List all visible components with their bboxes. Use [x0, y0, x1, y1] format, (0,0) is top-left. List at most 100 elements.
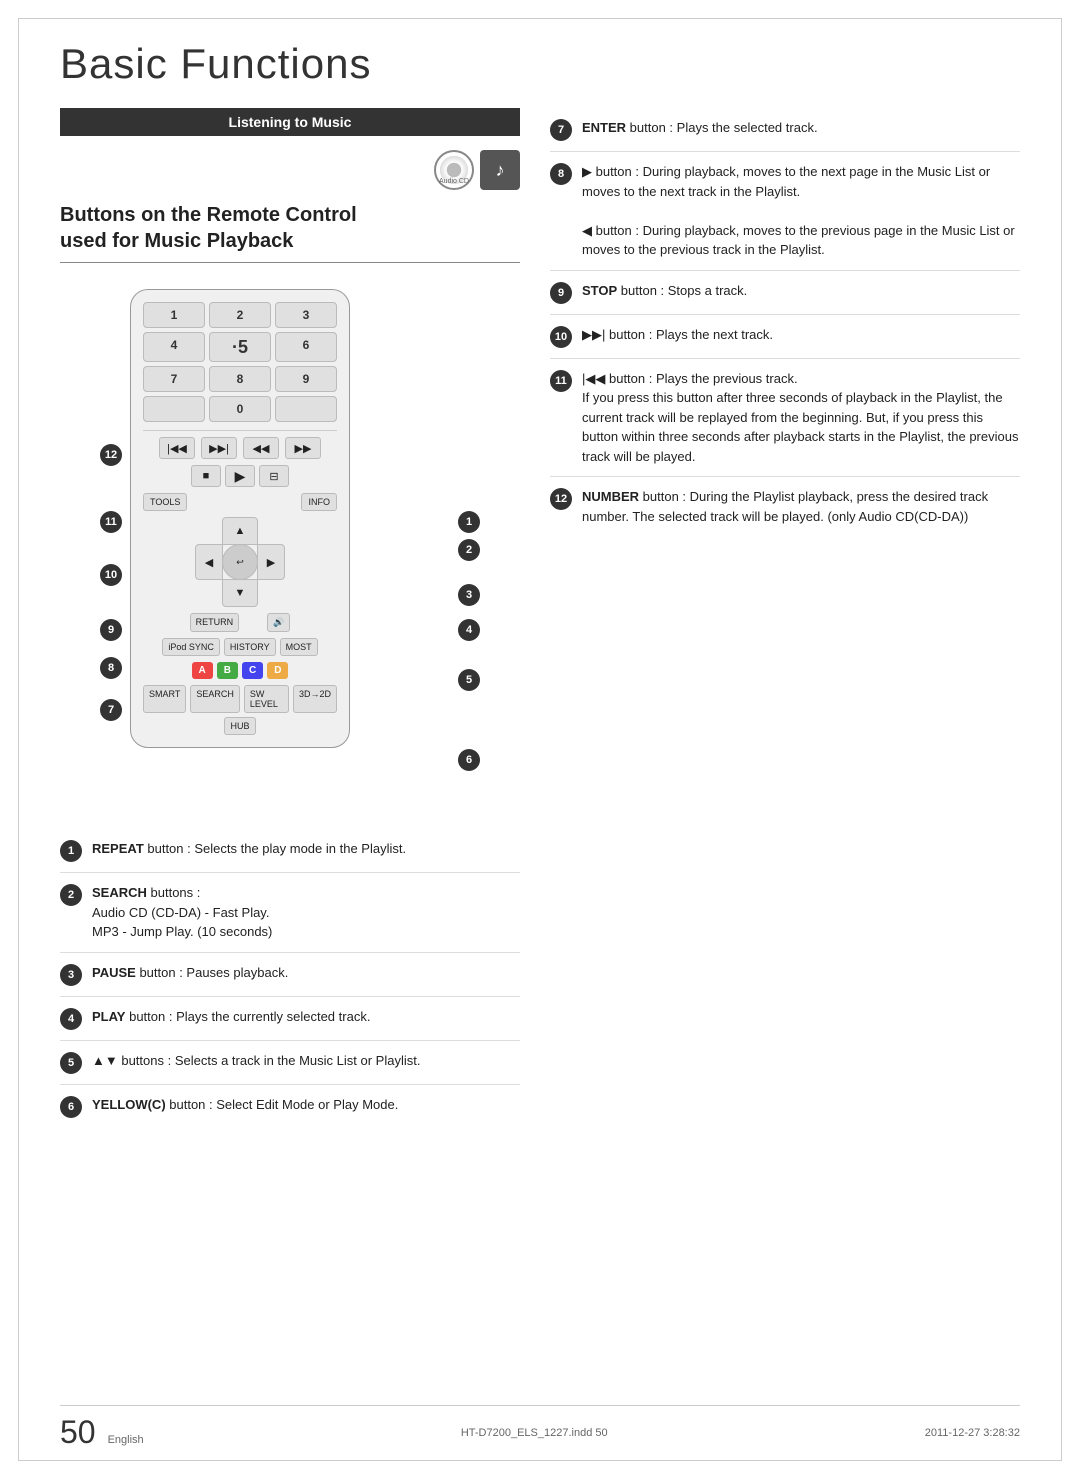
btn-search: SEARCH [190, 685, 240, 713]
footer-left: HT-D7200_ELS_1227.indd 50 [461, 1427, 608, 1439]
tools-info-row: TOOLS INFO [143, 493, 337, 511]
btn-color-d: D [267, 662, 288, 679]
number-grid: 1 2 3 4 ·5 6 7 8 9 0 [143, 302, 337, 422]
page-language: English [108, 1434, 144, 1446]
btn-empty-left [143, 396, 205, 422]
remote-body: 1 2 3 4 ·5 6 7 8 9 0 [130, 289, 550, 748]
footer-right: 2011-12-27 3:28:32 [925, 1427, 1020, 1439]
smart-row: SMART SEARCH SW LEVEL 3D→2D [143, 685, 337, 713]
btn-6: 6 [275, 332, 337, 362]
hub-row: HUB [143, 717, 337, 735]
callout-12: 12 [100, 444, 122, 466]
btn-rewind: ◀◀ [243, 437, 279, 459]
callout-7: 7 [100, 699, 122, 721]
btn-color-c: C [242, 662, 263, 679]
right-item-9-label: STOP [582, 283, 617, 298]
btn-prev-track: |◀◀ [159, 437, 195, 459]
item-6-label: YELLOW(C) [92, 1097, 166, 1112]
right-item-7-num: 7 [550, 119, 572, 141]
btn-3: 3 [275, 302, 337, 328]
btn-volume: 🔊 [267, 613, 290, 632]
right-item-12-num: 12 [550, 488, 572, 510]
item-4-num: 4 [60, 1008, 82, 1030]
dpad-up: ▲ [222, 517, 258, 545]
right-item-10-row: 10 ▶▶| button : Plays the next track. [550, 315, 1020, 359]
btn-info: INFO [301, 493, 337, 511]
right-item-12-text: NUMBER button : During the Playlist play… [582, 487, 1020, 526]
right-item-8-row: 8 ▶ button : During playback, moves to t… [550, 152, 1020, 271]
item-4-row: 4 PLAY button : Plays the currently sele… [60, 997, 520, 1041]
right-item-8-num: 8 [550, 163, 572, 185]
play-row: ■ ▶ ⊟ [143, 465, 337, 487]
nav-transport-row: |◀◀ ▶▶| ◀◀ ▶▶ [143, 437, 337, 459]
item-2-row: 2 SEARCH buttons : Audio CD (CD-DA) - Fa… [60, 873, 520, 953]
btn-4: 4 [143, 332, 205, 362]
btn-5: ·5 [209, 332, 271, 362]
btn-tools: TOOLS [143, 493, 187, 511]
page-footer: 50 English HT-D7200_ELS_1227.indd 50 201… [60, 1405, 1020, 1451]
btn-0: 0 [209, 396, 271, 422]
btn-history: HISTORY [224, 638, 276, 656]
btn-ipod-sync: iPod SYNC [162, 638, 220, 656]
audio-cd-label: Audio CD [439, 178, 469, 185]
right-item-11-num: 11 [550, 370, 572, 392]
section-subtitle: Buttons on the Remote Control used for M… [60, 202, 520, 263]
media-icons-row: Audio CD ♪ [60, 150, 520, 190]
section-header: Listening to Music [60, 108, 520, 136]
right-item-10-text: ▶▶| button : Plays the next track. [582, 325, 773, 345]
item-1-text: REPEAT button : Selects the play mode in… [92, 839, 406, 859]
item-5-num: 5 [60, 1052, 82, 1074]
mp3-wma-icon: ♪ [480, 150, 520, 190]
callout-6: 6 [458, 749, 480, 771]
btn-color-b: B [217, 662, 238, 679]
btn-sw-level: SW LEVEL [244, 685, 289, 713]
right-item-9-row: 9 STOP button : Stops a track. [550, 271, 1020, 315]
btn-9: 9 [275, 366, 337, 392]
right-item-9-text: STOP button : Stops a track. [582, 281, 747, 301]
item-1-row: 1 REPEAT button : Selects the play mode … [60, 829, 520, 873]
item-1-label: REPEAT [92, 841, 144, 856]
callout-9: 9 [100, 619, 122, 641]
item-5-text: ▲▼ buttons : Selects a track in the Musi… [92, 1051, 420, 1071]
audio-cd-icon: Audio CD [434, 150, 474, 190]
btn-1: 1 [143, 302, 205, 328]
btn-play: ▶ [225, 465, 255, 487]
item-3-num: 3 [60, 964, 82, 986]
btn-next-track: ▶▶| [201, 437, 237, 459]
item-4-text: PLAY button : Plays the currently select… [92, 1007, 370, 1027]
dpad-enter: ↩ [222, 544, 258, 580]
dpad-right: ▶ [257, 544, 285, 580]
dpad-down: ▼ [222, 579, 258, 607]
btn-color-a: A [192, 662, 213, 679]
btn-smart: SMART [143, 685, 186, 713]
callout-8: 8 [100, 657, 122, 679]
item-2-num: 2 [60, 884, 82, 906]
remote-diagram: 12 11 10 9 8 7 1 2 3 4 5 6 1 [80, 279, 500, 809]
item-5-row: 5 ▲▼ buttons : Selects a track in the Mu… [60, 1041, 520, 1085]
left-column: Listening to Music Audio CD ♪ Buttons on… [60, 108, 520, 1128]
item-5-label: ▲▼ [92, 1053, 118, 1068]
right-item-11-text: |◀◀ button : Plays the previous track. I… [582, 369, 1020, 467]
right-item-7-label: ENTER [582, 120, 626, 135]
return-row: RETURN 🔊 [143, 613, 337, 632]
btn-return: RETURN [190, 613, 240, 632]
btn-hub: HUB [224, 717, 255, 735]
btn-8: 8 [209, 366, 271, 392]
item-6-text: YELLOW(C) button : Select Edit Mode or P… [92, 1095, 398, 1115]
item-1-desc: button : Selects the play mode in the Pl… [144, 841, 406, 856]
item-4-label: PLAY [92, 1009, 125, 1024]
item-2-label: SEARCH [92, 885, 147, 900]
btn-3d-2d: 3D→2D [293, 685, 337, 713]
right-item-7-text: ENTER button : Plays the selected track. [582, 118, 818, 138]
right-column: 7 ENTER button : Plays the selected trac… [550, 108, 1020, 1128]
item-1-num: 1 [60, 840, 82, 862]
dpad-left: ◀ [195, 544, 223, 580]
item-3-text: PAUSE button : Pauses playback. [92, 963, 288, 983]
color-buttons-row: A B C D [143, 662, 337, 679]
btn-stop: ■ [191, 465, 221, 487]
right-item-11-row: 11 |◀◀ button : Plays the previous track… [550, 359, 1020, 478]
item-3-row: 3 PAUSE button : Pauses playback. [60, 953, 520, 997]
sync-row: iPod SYNC HISTORY MOST [143, 638, 337, 656]
btn-most: MOST [280, 638, 318, 656]
callout-10: 10 [100, 564, 122, 586]
